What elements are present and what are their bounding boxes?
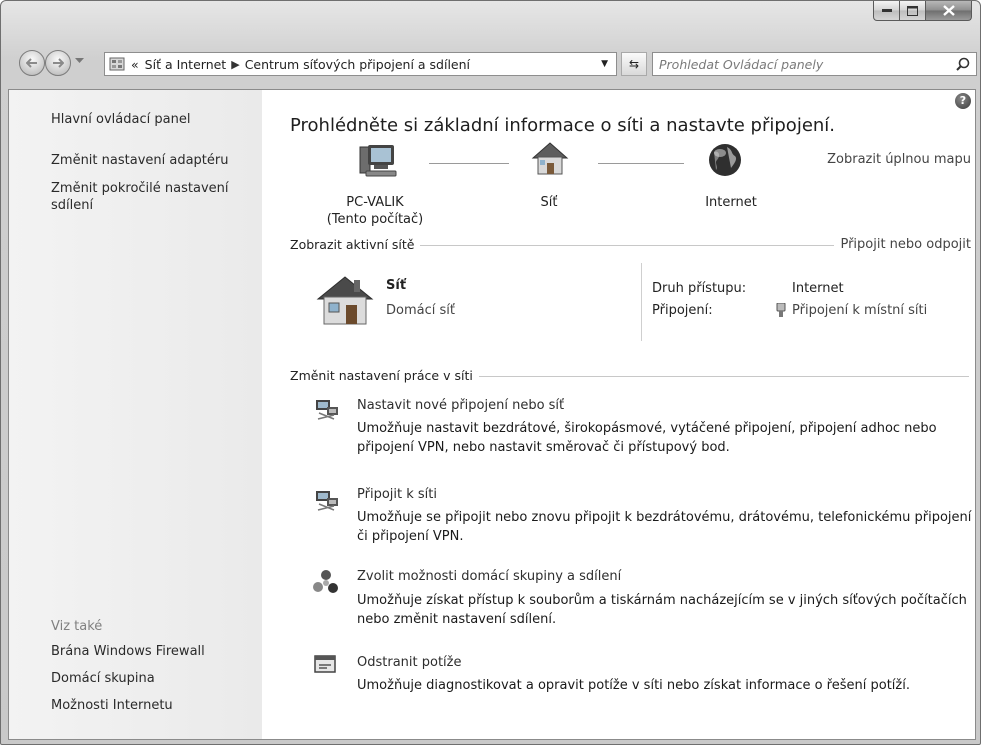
homegroup-icon: [312, 569, 340, 599]
computer-node-sublabel: (Tento počítač): [326, 212, 424, 227]
search-icon[interactable]: [956, 57, 970, 71]
content-area: Hlavní ovládací panel Změnit nastavení a…: [8, 89, 976, 740]
arrow-left-icon: [26, 58, 37, 68]
network-type-link[interactable]: Domácí síť: [386, 303, 455, 318]
sidebar-link-homegroup[interactable]: Domácí skupina: [51, 670, 155, 687]
active-network-icon: [316, 275, 374, 331]
task-setup-connection-link[interactable]: Nastavit nové připojení nebo síť: [357, 398, 564, 413]
control-panel-icon: [109, 57, 125, 71]
home-network-icon: [531, 142, 569, 175]
connect-network-icon: [314, 488, 340, 518]
active-network-name: Síť: [386, 278, 407, 293]
change-settings-heading: Změnit nastavení práce v síti: [290, 368, 479, 383]
page-title: Prohlédněte si základní informace o síti…: [290, 115, 836, 136]
map-connector-line: [429, 163, 509, 164]
sidebar-link-advanced-sharing[interactable]: Změnit pokročilé nastavení sdílení: [51, 180, 241, 214]
sidebar-link-internet-options[interactable]: Možnosti Internetu: [51, 697, 173, 714]
caption-buttons: [873, 1, 972, 21]
task-connect-desc: Umožňuje se připojit nebo znovu připojit…: [357, 510, 972, 544]
computer-node[interactable]: [358, 143, 398, 183]
breadcrumb-item[interactable]: Centrum síťových připojení a sdílení: [245, 57, 470, 72]
troubleshoot-icon: [314, 654, 338, 680]
breadcrumb-item[interactable]: Síť a Internet: [145, 57, 227, 72]
minimize-icon: [881, 8, 892, 12]
help-icon[interactable]: ?: [955, 93, 971, 109]
refresh-icon: ⇆: [628, 57, 640, 71]
computer-icon: [359, 145, 397, 177]
close-icon: [942, 5, 955, 16]
see-also-heading: Viz také: [51, 619, 103, 634]
task-troubleshoot-link[interactable]: Odstranit potíže: [357, 655, 461, 670]
active-networks-heading: Zobrazit aktivní sítě: [290, 237, 421, 252]
internet-node-label: Internet: [705, 195, 757, 210]
title-bar: [1, 1, 980, 39]
refresh-button[interactable]: ⇆: [621, 52, 647, 76]
chevron-down-icon[interactable]: ▼: [601, 59, 608, 69]
access-type-label: Druh přístupu:: [652, 281, 747, 296]
task-setup-connection-desc: Umožňuje nastavit bezdrátové, širokopásm…: [357, 421, 937, 455]
address-bar[interactable]: « Síť a Internet ▶ Centrum síťových přip…: [104, 52, 617, 76]
connect-disconnect-link[interactable]: Připojit nebo odpojit: [834, 237, 971, 252]
ethernet-icon: [776, 302, 786, 323]
sidebar-link-control-panel-home[interactable]: Hlavní ovládací panel: [51, 111, 190, 128]
connections-label: Připojení:: [652, 303, 713, 318]
maximize-button[interactable]: [900, 1, 926, 21]
network-node-label: Síť: [540, 195, 558, 210]
full-map-link[interactable]: Zobrazit úplnou mapu: [827, 152, 971, 167]
local-connection-link[interactable]: Připojení k místní síti: [792, 303, 927, 318]
map-connector-line: [598, 163, 684, 164]
globe-icon: [709, 144, 741, 176]
close-button[interactable]: [926, 1, 972, 21]
task-troubleshoot-desc: Umožňuje diagnostikovat a opravit potíže…: [357, 678, 910, 693]
search-box[interactable]: Prohledat Ovládací panely: [652, 52, 977, 76]
network-setup-icon: [314, 397, 340, 427]
back-button[interactable]: [19, 50, 45, 76]
recent-pages-dropdown[interactable]: [75, 58, 84, 64]
network-node[interactable]: [530, 140, 570, 182]
window: « Síť a Internet ▶ Centrum síťových přip…: [0, 0, 981, 745]
sidebar: Hlavní ovládací panel Změnit nastavení a…: [9, 90, 262, 739]
task-connect-link[interactable]: Připojit k síti: [357, 487, 437, 502]
breadcrumb-overflow[interactable]: «: [131, 57, 139, 72]
sidebar-link-adapter-settings[interactable]: Změnit nastavení adaptéru: [51, 152, 228, 169]
forward-button[interactable]: [45, 50, 71, 76]
vertical-divider: [641, 263, 642, 341]
main-panel: ? Prohlédněte si základní informace o sí…: [262, 90, 975, 739]
navigation-bar: « Síť a Internet ▶ Centrum síťových přip…: [1, 47, 980, 81]
home-icon: [316, 276, 374, 325]
arrow-right-icon: [53, 58, 64, 68]
sidebar-link-firewall[interactable]: Brána Windows Firewall: [51, 643, 205, 660]
task-homegroup-link[interactable]: Zvolit možnosti domácí skupiny a sdílení: [357, 569, 621, 584]
access-type-value: Internet: [792, 281, 844, 296]
maximize-icon: [907, 5, 918, 16]
internet-node[interactable]: [707, 142, 743, 182]
minimize-button[interactable]: [873, 1, 900, 21]
computer-node-label: PC-VALIK: [346, 195, 404, 210]
chevron-right-icon[interactable]: ▶: [231, 58, 239, 71]
search-placeholder: Prohledat Ovládací panely: [659, 56, 824, 72]
task-homegroup-desc: Umožňuje získat přístup k souborům a tis…: [357, 593, 967, 627]
